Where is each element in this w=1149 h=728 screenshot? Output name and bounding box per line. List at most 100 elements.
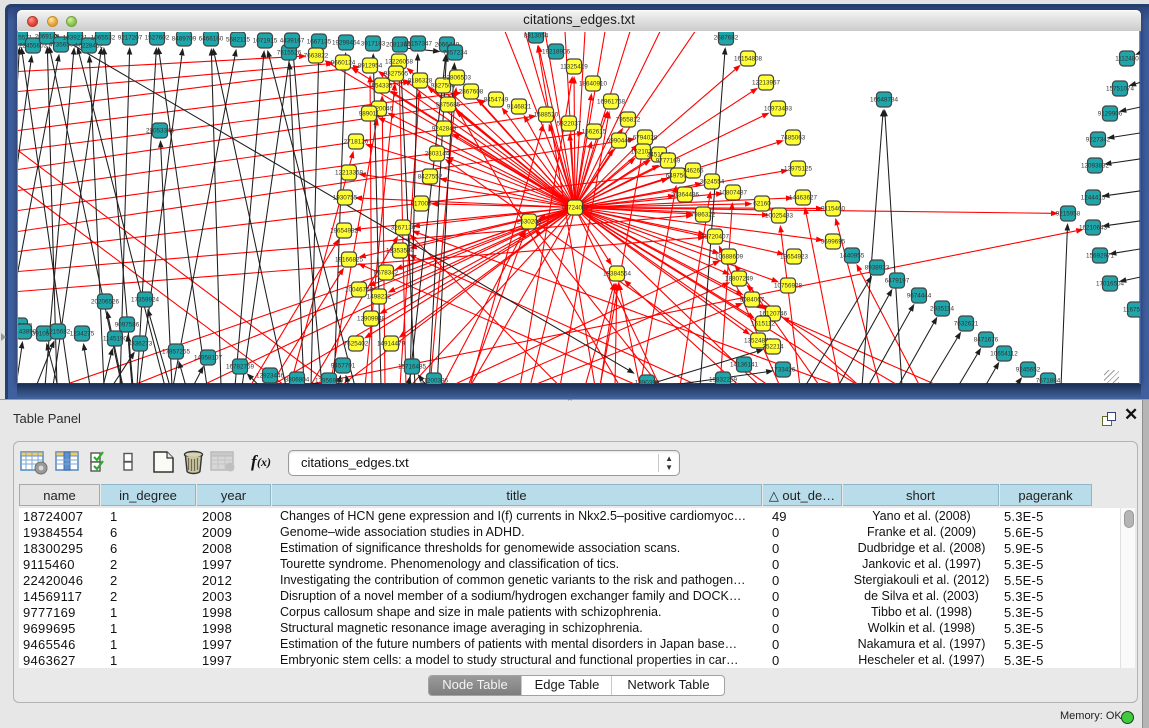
svg-text:12213369: 12213369 <box>335 169 364 176</box>
svg-text:15720407: 15720407 <box>701 233 730 240</box>
svg-text:6794028: 6794028 <box>633 134 658 141</box>
svg-text:8938923: 8938923 <box>865 264 890 271</box>
svg-text:2935114: 2935114 <box>930 305 955 312</box>
svg-text:15716485: 15716485 <box>398 363 427 370</box>
svg-text:7485063: 7485063 <box>781 134 806 141</box>
svg-text:15751074: 15751074 <box>1106 85 1135 92</box>
svg-text:2530203: 2530203 <box>517 218 542 225</box>
svg-text:12093832: 12093832 <box>1081 162 1110 169</box>
svg-text:1244415: 1244415 <box>1081 194 1106 201</box>
svg-text:5875685: 5875685 <box>436 101 461 108</box>
svg-text:989011: 989011 <box>359 110 380 117</box>
svg-text:12923446: 12923446 <box>256 372 285 379</box>
svg-text:7986322: 7986322 <box>691 211 716 218</box>
svg-text:1065532: 1065532 <box>91 34 116 41</box>
svg-text:12213967: 12213967 <box>752 79 781 86</box>
svg-text:10688609: 10688609 <box>715 253 744 260</box>
svg-text:(x): (x) <box>257 455 271 469</box>
svg-text:14136141: 14136141 <box>730 361 759 368</box>
svg-text:17016504: 17016504 <box>1096 280 1125 287</box>
svg-text:1562615: 1562615 <box>582 128 607 135</box>
svg-text:9660124: 9660124 <box>331 59 356 66</box>
svg-text:1167533: 1167533 <box>1123 306 1140 313</box>
svg-text:1890399: 1890399 <box>635 379 660 383</box>
svg-text:16543362: 16543362 <box>368 82 397 89</box>
svg-text:15692971: 15692971 <box>1086 252 1115 259</box>
svg-text:16782759: 16782759 <box>226 363 255 370</box>
svg-text:29053346: 29053346 <box>146 127 175 134</box>
svg-text:19218906: 19218906 <box>542 48 571 55</box>
svg-text:252214: 252214 <box>762 343 784 350</box>
svg-text:19832259: 19832259 <box>709 376 738 383</box>
svg-text:1733426: 1733426 <box>771 366 796 373</box>
svg-text:5322037: 5322037 <box>557 120 582 127</box>
svg-text:4439167: 4439167 <box>280 37 305 44</box>
svg-text:17857255: 17857255 <box>162 348 191 355</box>
svg-text:6990448: 6990448 <box>607 137 632 144</box>
svg-text:10654112: 10654112 <box>990 350 1018 357</box>
svg-text:1615112: 1615112 <box>751 320 776 327</box>
svg-text:12353594: 12353594 <box>386 247 415 254</box>
svg-text:9327505: 9327505 <box>384 70 409 77</box>
svg-text:7357234: 7357234 <box>443 49 468 56</box>
svg-text:10025433: 10025433 <box>765 212 794 219</box>
svg-text:18724007: 18724007 <box>561 204 590 211</box>
svg-text:10756928: 10756928 <box>774 282 803 289</box>
svg-text:9115460: 9115460 <box>821 205 846 212</box>
svg-text:8806804: 8806804 <box>285 376 310 383</box>
svg-text:2803144: 2803144 <box>425 150 450 157</box>
svg-text:21200396: 21200396 <box>420 377 449 383</box>
svg-text:7671884: 7671884 <box>1036 377 1061 383</box>
svg-text:9674444: 9674444 <box>907 292 932 299</box>
svg-text:1930755: 1930755 <box>333 194 358 201</box>
svg-text:8336273: 8336273 <box>128 340 153 347</box>
svg-text:7625402: 7625402 <box>344 340 369 347</box>
svg-text:8489709: 8489709 <box>172 35 197 42</box>
svg-text:62160: 62160 <box>753 200 771 207</box>
svg-text:3624554: 3624554 <box>700 178 725 185</box>
svg-text:9129906: 9129906 <box>1098 110 1123 117</box>
svg-text:16210643: 16210643 <box>1079 224 1108 231</box>
svg-text:8813054: 8813054 <box>524 32 549 39</box>
svg-text:14914479: 14914479 <box>377 340 406 347</box>
svg-text:9699695: 9699695 <box>821 238 846 245</box>
svg-text:5682115: 5682115 <box>226 36 251 43</box>
svg-text:11325419: 11325419 <box>560 63 588 70</box>
svg-text:12909948: 12909948 <box>357 315 386 322</box>
svg-text:12975125: 12975125 <box>784 165 813 172</box>
svg-text:18807249: 18807249 <box>725 275 754 282</box>
svg-text:1588520: 1588520 <box>534 111 559 118</box>
svg-text:2718126: 2718126 <box>344 138 369 145</box>
svg-text:10807487: 10807487 <box>719 189 748 196</box>
svg-text:21364436: 21364436 <box>671 191 700 198</box>
svg-text:19384554: 19384554 <box>603 270 632 277</box>
svg-text:13226058: 13226058 <box>385 58 414 65</box>
svg-text:19299464: 19299464 <box>332 39 361 46</box>
svg-text:1667135: 1667135 <box>307 38 332 45</box>
svg-text:9242848: 9242848 <box>432 125 457 132</box>
svg-text:9084067: 9084067 <box>740 296 765 303</box>
svg-text:8186328: 8186328 <box>408 77 433 84</box>
svg-text:8454749: 8454749 <box>484 96 509 103</box>
svg-text:14463627: 14463627 <box>789 194 818 201</box>
svg-text:8912954: 8912954 <box>358 62 383 69</box>
svg-text:16154808: 16154808 <box>734 55 763 62</box>
svg-text:16648784: 16648784 <box>870 96 899 103</box>
svg-text:9097586: 9097586 <box>115 321 140 328</box>
svg-text:1498222: 1498222 <box>367 293 392 300</box>
svg-text:9777169: 9777169 <box>656 157 681 164</box>
svg-text:6466160: 6466160 <box>199 35 224 42</box>
svg-text:1071915: 1071915 <box>253 37 278 44</box>
svg-text:19654923: 19654923 <box>780 253 809 260</box>
svg-text:1527602: 1527602 <box>145 34 170 41</box>
svg-text:9457791: 9457791 <box>331 362 356 369</box>
svg-text:746266: 746266 <box>682 167 704 174</box>
svg-text:7632621: 7632621 <box>954 320 979 327</box>
svg-text:7515526: 7515526 <box>277 49 302 56</box>
svg-text:16961758: 16961758 <box>597 98 626 105</box>
svg-text:6479197: 6479197 <box>885 277 910 284</box>
svg-text:8678342: 8678342 <box>374 269 399 276</box>
svg-text:2867608: 2867608 <box>459 88 484 95</box>
svg-text:2687682: 2687682 <box>714 34 739 41</box>
svg-text:10973493: 10973493 <box>764 105 793 112</box>
